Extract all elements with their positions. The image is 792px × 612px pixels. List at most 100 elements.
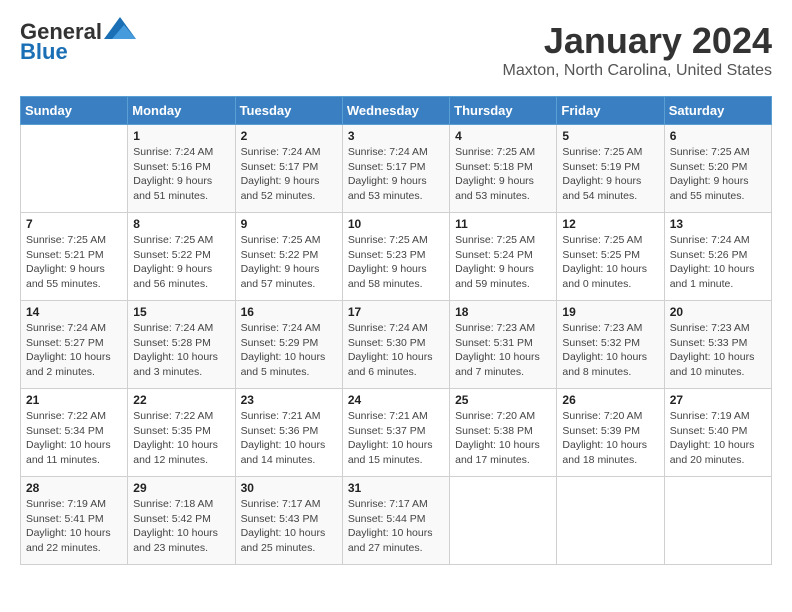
day-number: 5 — [562, 129, 658, 143]
day-number: 1 — [133, 129, 229, 143]
day-info: Sunrise: 7:25 AMSunset: 5:25 PMDaylight:… — [562, 233, 658, 292]
calendar-cell — [664, 477, 771, 565]
day-info: Sunrise: 7:17 AMSunset: 5:43 PMDaylight:… — [241, 497, 337, 556]
day-number: 27 — [670, 393, 766, 407]
day-number: 30 — [241, 481, 337, 495]
day-info: Sunrise: 7:23 AMSunset: 5:32 PMDaylight:… — [562, 321, 658, 380]
day-info: Sunrise: 7:20 AMSunset: 5:39 PMDaylight:… — [562, 409, 658, 468]
day-number: 2 — [241, 129, 337, 143]
calendar-cell: 5 Sunrise: 7:25 AMSunset: 5:19 PMDaylight… — [557, 125, 664, 213]
calendar-week-row: 14Sunrise: 7:24 AMSunset: 5:27 PMDayligh… — [21, 301, 772, 389]
calendar-cell: 18Sunrise: 7:23 AMSunset: 5:31 PMDayligh… — [450, 301, 557, 389]
calendar-table: SundayMondayTuesdayWednesdayThursdayFrid… — [20, 96, 772, 565]
calendar-cell: 23 Sunrise: 7:21 AMSunset: 5:36 PMDayligh… — [235, 389, 342, 477]
day-number: 14 — [26, 305, 122, 319]
calendar-cell: 24Sunrise: 7:21 AMSunset: 5:37 PMDayligh… — [342, 389, 449, 477]
day-info: Sunrise: 7:24 AMSunset: 5:29 PMDaylight:… — [241, 321, 337, 380]
day-info: Sunrise: 7:19 AMSunset: 5:41 PMDaylight:… — [26, 497, 122, 556]
calendar-cell: 21 Sunrise: 7:22 AMSunset: 5:34 PMDayligh… — [21, 389, 128, 477]
calendar-cell: 2 Sunrise: 7:24 AMSunset: 5:17 PMDaylight… — [235, 125, 342, 213]
calendar-cell: 16 Sunrise: 7:24 AMSunset: 5:29 PMDayligh… — [235, 301, 342, 389]
day-info: Sunrise: 7:24 AMSunset: 5:17 PMDaylight:… — [241, 145, 337, 204]
calendar-cell: 17Sunrise: 7:24 AMSunset: 5:30 PMDayligh… — [342, 301, 449, 389]
calendar-cell — [21, 125, 128, 213]
day-number: 29 — [133, 481, 229, 495]
logo: General Blue — [20, 20, 136, 64]
day-number: 15 — [133, 305, 229, 319]
calendar-cell: 15 Sunrise: 7:24 AMSunset: 5:28 PMDayligh… — [128, 301, 235, 389]
calendar-cell: 26 Sunrise: 7:20 AMSunset: 5:39 PMDayligh… — [557, 389, 664, 477]
day-info: Sunrise: 7:23 AMSunset: 5:33 PMDaylight:… — [670, 321, 766, 380]
day-info: Sunrise: 7:19 AMSunset: 5:40 PMDaylight:… — [670, 409, 766, 468]
day-info: Sunrise: 7:20 AMSunset: 5:38 PMDaylight:… — [455, 409, 551, 468]
day-number: 7 — [26, 217, 122, 231]
title-block: January 2024 Maxton, North Carolina, Uni… — [503, 20, 772, 80]
calendar-cell — [557, 477, 664, 565]
day-info: Sunrise: 7:22 AMSunset: 5:35 PMDaylight:… — [133, 409, 229, 468]
calendar-cell: 27 Sunrise: 7:19 AMSunset: 5:40 PMDayligh… — [664, 389, 771, 477]
day-info: Sunrise: 7:24 AMSunset: 5:28 PMDaylight:… — [133, 321, 229, 380]
calendar-cell: 31 Sunrise: 7:17 AMSunset: 5:44 PMDayligh… — [342, 477, 449, 565]
calendar-cell: 4Sunrise: 7:25 AMSunset: 5:18 PMDaylight… — [450, 125, 557, 213]
calendar-cell: 19 Sunrise: 7:23 AMSunset: 5:32 PMDayligh… — [557, 301, 664, 389]
day-number: 16 — [241, 305, 337, 319]
day-number: 10 — [348, 217, 444, 231]
day-number: 6 — [670, 129, 766, 143]
calendar-cell: 30 Sunrise: 7:17 AMSunset: 5:43 PMDayligh… — [235, 477, 342, 565]
calendar-cell: 14Sunrise: 7:24 AMSunset: 5:27 PMDayligh… — [21, 301, 128, 389]
day-info: Sunrise: 7:24 AMSunset: 5:26 PMDaylight:… — [670, 233, 766, 292]
calendar-day-header: Thursday — [450, 97, 557, 125]
day-info: Sunrise: 7:25 AMSunset: 5:22 PMDaylight:… — [241, 233, 337, 292]
day-info: Sunrise: 7:25 AMSunset: 5:20 PMDaylight:… — [670, 145, 766, 204]
calendar-cell: 9Sunrise: 7:25 AMSunset: 5:22 PMDaylight… — [235, 213, 342, 301]
main-title: January 2024 — [503, 20, 772, 62]
day-number: 19 — [562, 305, 658, 319]
day-info: Sunrise: 7:24 AMSunset: 5:17 PMDaylight:… — [348, 145, 444, 204]
subtitle: Maxton, North Carolina, United States — [503, 62, 772, 80]
calendar-cell: 10Sunrise: 7:25 AMSunset: 5:23 PMDayligh… — [342, 213, 449, 301]
page-header: General Blue January 2024 Maxton, North … — [20, 20, 772, 80]
calendar-cell: 8Sunrise: 7:25 AMSunset: 5:22 PMDaylight… — [128, 213, 235, 301]
calendar-cell — [450, 477, 557, 565]
calendar-cell: 22Sunrise: 7:22 AMSunset: 5:35 PMDayligh… — [128, 389, 235, 477]
calendar-day-header: Sunday — [21, 97, 128, 125]
day-number: 31 — [348, 481, 444, 495]
day-info: Sunrise: 7:22 AMSunset: 5:34 PMDaylight:… — [26, 409, 122, 468]
calendar-cell: 6 Sunrise: 7:25 AMSunset: 5:20 PMDaylight… — [664, 125, 771, 213]
day-info: Sunrise: 7:21 AMSunset: 5:37 PMDaylight:… — [348, 409, 444, 468]
day-info: Sunrise: 7:21 AMSunset: 5:36 PMDaylight:… — [241, 409, 337, 468]
calendar-week-row: 7 Sunrise: 7:25 AMSunset: 5:21 PMDaylight… — [21, 213, 772, 301]
calendar-day-header: Wednesday — [342, 97, 449, 125]
calendar-cell: 28 Sunrise: 7:19 AMSunset: 5:41 PMDayligh… — [21, 477, 128, 565]
day-number: 28 — [26, 481, 122, 495]
day-info: Sunrise: 7:23 AMSunset: 5:31 PMDaylight:… — [455, 321, 551, 380]
day-info: Sunrise: 7:25 AMSunset: 5:24 PMDaylight:… — [455, 233, 551, 292]
calendar-cell: 1 Sunrise: 7:24 AMSunset: 5:16 PMDaylight… — [128, 125, 235, 213]
logo-blue-text: Blue — [20, 40, 68, 64]
calendar-cell: 7 Sunrise: 7:25 AMSunset: 5:21 PMDaylight… — [21, 213, 128, 301]
day-number: 13 — [670, 217, 766, 231]
day-info: Sunrise: 7:24 AMSunset: 5:16 PMDaylight:… — [133, 145, 229, 204]
logo-icon — [104, 17, 136, 39]
calendar-week-row: 1 Sunrise: 7:24 AMSunset: 5:16 PMDaylight… — [21, 125, 772, 213]
calendar-day-header: Monday — [128, 97, 235, 125]
calendar-cell: 3 Sunrise: 7:24 AMSunset: 5:17 PMDaylight… — [342, 125, 449, 213]
calendar-cell: 25 Sunrise: 7:20 AMSunset: 5:38 PMDayligh… — [450, 389, 557, 477]
day-info: Sunrise: 7:25 AMSunset: 5:19 PMDaylight:… — [562, 145, 658, 204]
day-number: 3 — [348, 129, 444, 143]
day-info: Sunrise: 7:17 AMSunset: 5:44 PMDaylight:… — [348, 497, 444, 556]
day-info: Sunrise: 7:25 AMSunset: 5:21 PMDaylight:… — [26, 233, 122, 292]
day-info: Sunrise: 7:18 AMSunset: 5:42 PMDaylight:… — [133, 497, 229, 556]
day-number: 20 — [670, 305, 766, 319]
calendar-cell: 13 Sunrise: 7:24 AMSunset: 5:26 PMDayligh… — [664, 213, 771, 301]
calendar-day-header: Friday — [557, 97, 664, 125]
day-number: 26 — [562, 393, 658, 407]
day-number: 25 — [455, 393, 551, 407]
day-number: 11 — [455, 217, 551, 231]
day-number: 23 — [241, 393, 337, 407]
calendar-week-row: 28 Sunrise: 7:19 AMSunset: 5:41 PMDayligh… — [21, 477, 772, 565]
calendar-day-header: Tuesday — [235, 97, 342, 125]
day-number: 21 — [26, 393, 122, 407]
day-number: 8 — [133, 217, 229, 231]
day-info: Sunrise: 7:24 AMSunset: 5:30 PMDaylight:… — [348, 321, 444, 380]
